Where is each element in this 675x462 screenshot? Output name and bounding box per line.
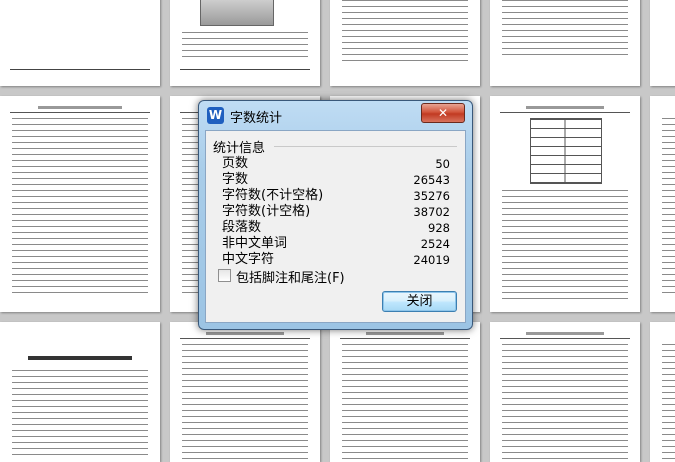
include-footnotes-checkbox[interactable] xyxy=(218,269,231,282)
car-photo xyxy=(200,0,274,26)
stat-value: 26543 xyxy=(413,173,450,187)
page-thumbnail[interactable] xyxy=(650,0,675,86)
stat-row-pages: 页数 50 xyxy=(222,156,450,172)
text-lines xyxy=(182,344,308,460)
stat-label: 中文字符 xyxy=(222,252,275,267)
wps-writer-icon: W xyxy=(207,107,224,124)
stat-label: 非中文单词 xyxy=(222,236,288,251)
page-footer-line xyxy=(180,69,310,70)
stat-value: 35276 xyxy=(413,189,450,203)
text-lines xyxy=(502,344,628,460)
page-thumbnail[interactable] xyxy=(490,96,640,312)
page-header-line xyxy=(500,332,630,339)
statistics-list: 页数 50 字数 26543 字符数(不计空格) 35276 字符数(计空格) … xyxy=(222,156,450,268)
stat-row-non-chinese-words: 非中文单词 2524 xyxy=(222,236,450,252)
page-thumbnail[interactable] xyxy=(490,322,640,462)
page-header-line xyxy=(180,332,310,339)
text-lines xyxy=(342,0,468,64)
dialog-titlebar[interactable]: W 字数统计 ✕ xyxy=(199,101,472,129)
word-count-dialog[interactable]: W 字数统计 ✕ 统计信息 页数 50 字数 26543 字符数(不计空格) 3… xyxy=(198,100,473,330)
page-header-line xyxy=(340,332,470,339)
stat-value: 50 xyxy=(435,157,450,171)
page-header-line xyxy=(10,106,150,113)
page-thumbnail[interactable] xyxy=(170,322,320,462)
page-thumbnail[interactable] xyxy=(330,0,480,86)
stat-label: 段落数 xyxy=(222,220,262,235)
chapter-heading xyxy=(28,356,132,360)
stat-value: 928 xyxy=(428,221,450,235)
statistics-group-label: 统计信息 xyxy=(213,137,270,156)
stat-row-chinese-chars: 中文字符 24019 xyxy=(222,252,450,268)
page-header-line xyxy=(500,106,630,113)
stat-row-chars-with-spaces: 字符数(计空格) 38702 xyxy=(222,204,450,220)
stat-value: 38702 xyxy=(413,205,450,219)
stat-value: 24019 xyxy=(413,253,450,267)
include-footnotes-label[interactable]: 包括脚注和尾注(F) xyxy=(236,267,345,286)
text-lines xyxy=(182,32,308,62)
page-thumbnail[interactable] xyxy=(0,0,160,86)
stat-label: 字符数(不计空格) xyxy=(222,188,324,203)
stat-value: 2524 xyxy=(420,237,450,251)
close-dialog-button[interactable]: 关闭 xyxy=(382,291,457,312)
page-thumbnail[interactable] xyxy=(490,0,640,86)
text-lines xyxy=(662,344,675,460)
text-lines xyxy=(342,344,468,460)
page-thumbnail[interactable] xyxy=(170,0,320,86)
window-close-button[interactable]: ✕ xyxy=(421,103,465,123)
data-table-thumbnail xyxy=(530,118,602,184)
text-lines xyxy=(502,0,628,60)
page-thumbnail[interactable] xyxy=(650,96,675,312)
text-lines xyxy=(12,118,148,298)
stat-row-paragraphs: 段落数 928 xyxy=(222,220,450,236)
group-divider xyxy=(274,146,457,147)
dialog-title: 字数统计 xyxy=(230,111,283,126)
stat-label: 字符数(计空格) xyxy=(222,204,311,219)
page-thumbnail[interactable] xyxy=(0,322,160,462)
page-thumbnail[interactable] xyxy=(650,322,675,462)
stat-row-chars-no-spaces: 字符数(不计空格) 35276 xyxy=(222,188,450,204)
stat-label: 字数 xyxy=(222,172,249,187)
stat-row-words: 字数 26543 xyxy=(222,172,450,188)
page-thumbnail[interactable] xyxy=(0,96,160,312)
stat-label: 页数 xyxy=(222,156,249,171)
text-lines xyxy=(12,370,148,460)
text-lines xyxy=(502,190,628,300)
page-footer-line xyxy=(10,69,150,70)
text-lines xyxy=(662,118,675,298)
dialog-client-area: 统计信息 页数 50 字数 26543 字符数(不计空格) 35276 字符数(… xyxy=(205,130,466,323)
close-icon: ✕ xyxy=(437,106,449,120)
page-thumbnail[interactable] xyxy=(330,322,480,462)
